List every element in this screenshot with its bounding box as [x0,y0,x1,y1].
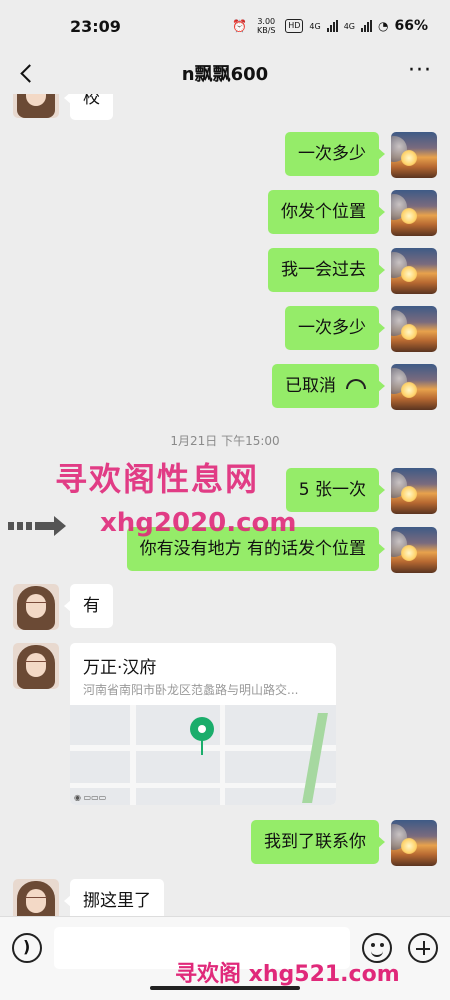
voice-input-button[interactable] [12,933,42,963]
watermark-text: 寻欢阁性息网 [55,460,260,498]
status-bar: 23:09 ⏰ 3.00 KB/S HD 4G 4G ◔ 66% [0,0,450,52]
friend-avatar[interactable] [13,584,59,630]
message-bubble-me[interactable]: 你发个位置 [268,190,385,234]
more-actions-button[interactable] [408,933,438,963]
location-map: ◉ ▭▭▭ [70,705,336,805]
back-button[interactable] [12,58,40,88]
message-bubble-me[interactable]: 5 张一次 [285,468,386,512]
battery-icon: ◔ [378,19,389,33]
location-name: 万正·汉府 [83,658,157,678]
my-avatar[interactable] [391,468,437,514]
watermark-footer: 寻欢阁 xhg521.com [175,962,400,987]
watermark-url: xhg2020.com [100,508,297,538]
my-avatar[interactable] [391,190,437,236]
message-list[interactable]: 校 一次多少 你发个位置 我一会过去 一次多少 已取消 1月21日 下午15:0… [0,94,450,916]
call-hangup-icon [346,379,366,389]
message-bubble-me[interactable]: 一次多少 [285,306,385,350]
message-bubble-me[interactable]: 我一会过去 [268,248,385,292]
friend-avatar[interactable] [13,643,59,689]
message-bubble-me[interactable]: 一次多少 [285,132,385,176]
my-avatar[interactable] [391,364,437,410]
signal-1-label: 4G [309,21,321,31]
signal-2-label: 4G [343,21,355,31]
net-speed: 3.00 KB/S [256,17,276,35]
friend-avatar[interactable] [13,94,59,118]
map-pin-icon [190,717,214,741]
alarm-icon: ⏰ [232,19,248,33]
home-indicator[interactable] [150,986,300,990]
my-avatar[interactable] [391,306,437,352]
message-bubble-me[interactable]: 我到了联系你 [251,820,385,864]
chat-header: n飘飘600 ··· [0,52,450,94]
signal-1-icon [326,20,338,32]
status-icons: ⏰ 3.00 KB/S HD 4G 4G ◔ 66% [232,17,428,35]
call-cancelled-bubble[interactable]: 已取消 [272,364,385,408]
message-bubble-friend[interactable]: 校 [64,94,113,120]
my-avatar[interactable] [391,132,437,178]
location-card[interactable]: 万正·汉府 河南省南阳市卧龙区范蠡路与明山路交... ◉ ▭▭▭ [70,643,336,805]
map-credit-icon: ◉ ▭▭▭ [74,793,107,802]
message-bubble-friend[interactable]: 挪这里了 [64,879,164,916]
signal-2-icon [361,20,372,32]
message-timestamp: 1月21日 下午15:00 [170,434,280,448]
my-avatar[interactable] [391,527,437,573]
message-bubble-friend[interactable]: 有 [64,584,113,628]
call-cancelled-text: 已取消 [285,376,336,396]
my-avatar[interactable] [391,820,437,866]
friend-avatar[interactable] [13,879,59,916]
my-avatar[interactable] [391,248,437,294]
more-button[interactable]: ··· [408,60,432,82]
watermark-arrow-icon [8,515,66,537]
status-time: 23:09 [70,16,121,36]
chat-title: n飘飘600 [181,64,269,85]
location-address: 河南省南阳市卧龙区范蠡路与明山路交... [83,683,299,697]
battery-percent: 66% [394,18,428,34]
hd-badge: HD [285,19,304,33]
chevron-left-icon [19,63,39,83]
